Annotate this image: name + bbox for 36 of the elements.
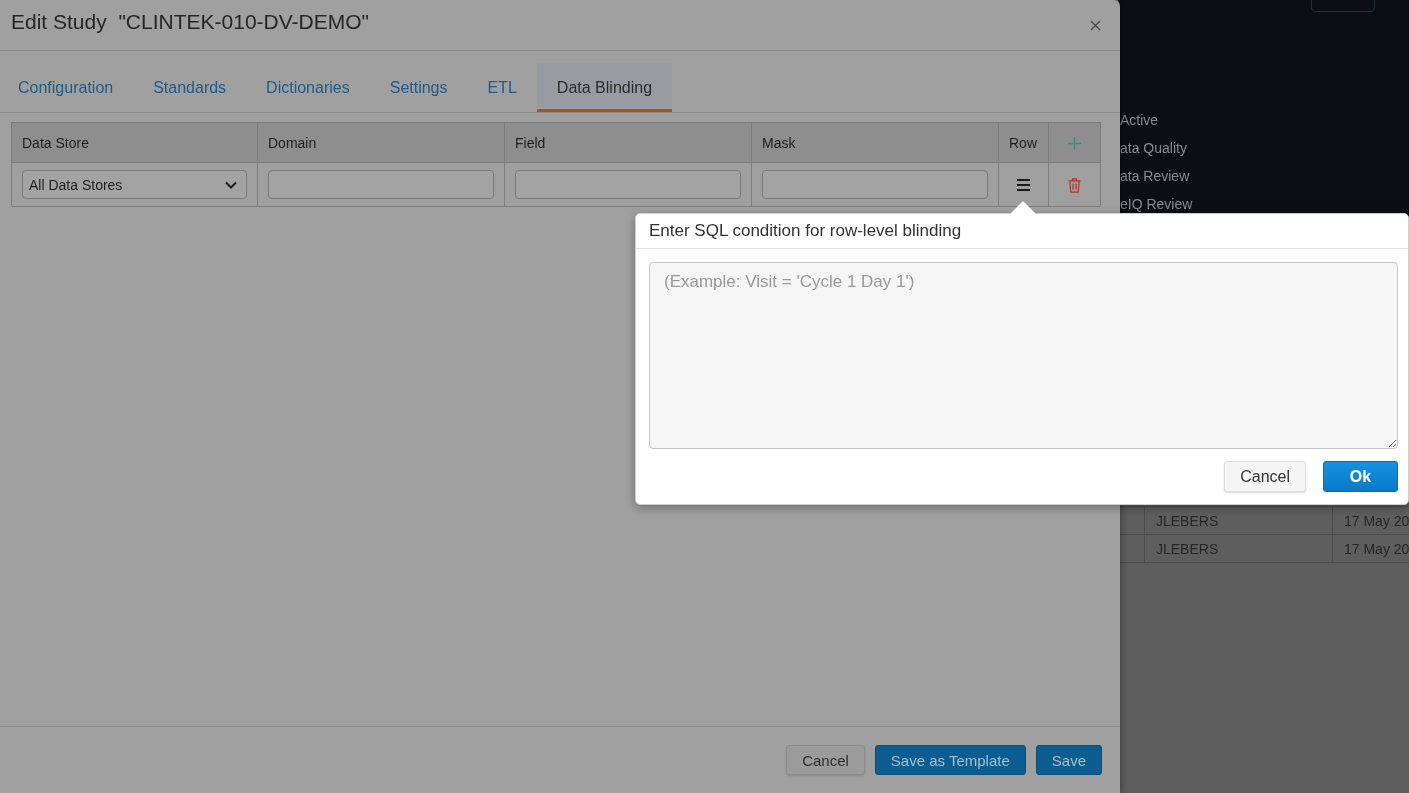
tab[interactable]: Data Blinding	[536, 63, 673, 112]
close-icon[interactable]	[1090, 19, 1101, 31]
cancel-button[interactable]: Cancel	[1224, 461, 1306, 492]
table-cell: JLEBERS	[1145, 535, 1333, 563]
sql-condition-textarea[interactable]: (Example: Visit = 'Cycle 1 Day 1')	[649, 262, 1398, 449]
table-cell: JLEBERS	[1145, 507, 1333, 535]
trash-icon[interactable]	[1068, 177, 1081, 193]
ok-button[interactable]: Ok	[1323, 461, 1398, 492]
column-header: Data Store	[22, 134, 89, 151]
caret-icon	[225, 180, 237, 189]
text-input[interactable]	[515, 170, 741, 199]
tab[interactable]: Settings	[369, 63, 468, 112]
table-cell: 17 May 20	[1333, 507, 1409, 535]
menu-item[interactable]: ata Quality	[1120, 139, 1187, 156]
plus-icon[interactable]	[1068, 137, 1081, 151]
menu-item[interactable]: eIQ Review	[1120, 196, 1193, 213]
menu-item[interactable]: Active	[1120, 111, 1159, 128]
text-input[interactable]	[762, 170, 988, 199]
column-header: Mask	[762, 134, 796, 151]
primary-button[interactable]: Save as Template	[874, 745, 1026, 775]
tab[interactable]: Dictionaries	[246, 63, 370, 112]
table-cell: 17 May 20	[1333, 535, 1409, 563]
column-header: Field	[515, 134, 546, 151]
text-input[interactable]	[268, 170, 494, 199]
secondary-button[interactable]: Cancel	[786, 745, 865, 775]
menu-icon[interactable]	[1017, 179, 1030, 192]
tab[interactable]: ETL	[467, 63, 537, 112]
dialog-title: Edit Study "CLINTEK-010-DV-DEMO"	[11, 10, 369, 34]
tab[interactable]: Configuration	[0, 63, 134, 112]
menu-item[interactable]: ata Review	[1120, 168, 1190, 185]
column-header: Domain	[268, 134, 317, 151]
column-header: Row	[1009, 134, 1037, 151]
popover-title: Enter SQL condition for row-level blinding	[636, 214, 1408, 249]
tab[interactable]: Standards	[133, 63, 247, 112]
primary-button[interactable]: Save	[1035, 745, 1102, 775]
data-store-select[interactable]: All Data Stores	[22, 170, 247, 199]
